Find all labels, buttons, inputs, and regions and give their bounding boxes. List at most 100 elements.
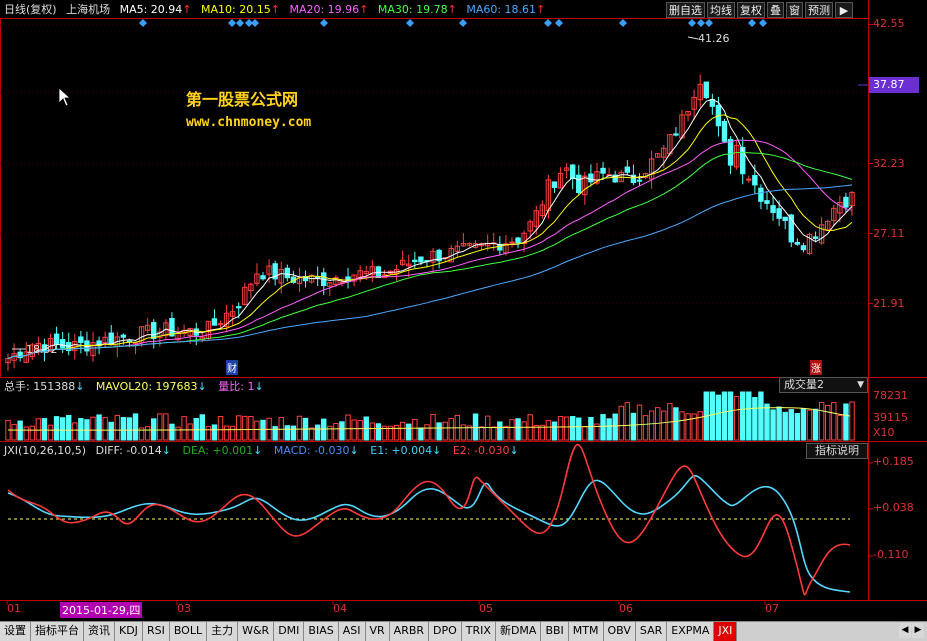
tab-mtm[interactable]: MTM bbox=[568, 622, 604, 641]
indicator-tick: +0.185 bbox=[873, 455, 914, 468]
indicator-tick: -0.110 bbox=[873, 548, 909, 561]
tab-asi[interactable]: ASI bbox=[338, 622, 366, 641]
volume-bar bbox=[733, 395, 740, 441]
price-tick: 42.55 bbox=[873, 17, 905, 30]
volume-bar bbox=[90, 416, 96, 441]
volume-bar bbox=[606, 418, 612, 441]
volume-bar bbox=[199, 414, 206, 441]
volume-bar bbox=[254, 420, 260, 441]
tab-bbi[interactable]: BBI bbox=[541, 622, 569, 641]
tab-boll[interactable]: BOLL bbox=[169, 622, 208, 641]
ma30-line bbox=[7, 152, 853, 359]
tab-dmi[interactable]: DMI bbox=[274, 622, 305, 641]
tab-dpo[interactable]: DPO bbox=[429, 622, 462, 641]
tab-trix[interactable]: TRIX bbox=[461, 622, 496, 641]
tab-item[interactable]: 设置 bbox=[0, 622, 31, 641]
tab-item[interactable]: 主力 bbox=[207, 622, 239, 641]
volume-bar bbox=[424, 424, 430, 441]
current-price-badge: 37.87 bbox=[869, 77, 919, 93]
scroll-left-icon[interactable]: ◀ bbox=[899, 623, 911, 638]
volume-bar bbox=[831, 402, 837, 441]
tab-sar[interactable]: SAR bbox=[635, 622, 668, 641]
date-tick: 01 bbox=[7, 602, 21, 615]
tab-bias[interactable]: BIAS bbox=[304, 622, 339, 641]
volume-bar bbox=[375, 423, 382, 441]
volume-bar bbox=[812, 408, 819, 441]
volume-bar bbox=[96, 414, 102, 441]
volume-bar bbox=[327, 425, 333, 441]
volume-bar bbox=[59, 417, 66, 441]
candle-body bbox=[740, 146, 746, 175]
tab-arbr[interactable]: ARBR bbox=[389, 622, 430, 641]
volume-bar bbox=[776, 406, 782, 441]
candle-body bbox=[624, 166, 631, 173]
tab-item[interactable]: 资讯 bbox=[84, 622, 115, 641]
volume-bar bbox=[491, 426, 497, 441]
date-tick: 05 bbox=[479, 602, 493, 615]
candle-body bbox=[588, 173, 594, 183]
indicator-help-button[interactable]: 指标说明 bbox=[806, 443, 868, 459]
volume-bar bbox=[478, 426, 485, 441]
volume-bar bbox=[436, 422, 442, 441]
macd-label: MACD: -0.030 bbox=[273, 444, 350, 457]
event-marker-icon bbox=[705, 19, 713, 27]
volume-bar bbox=[545, 420, 552, 441]
volume-bar bbox=[624, 402, 631, 441]
tab-kdj[interactable]: KDJ bbox=[115, 622, 143, 641]
event-marker-icon bbox=[544, 19, 552, 27]
high-label: 41.26 bbox=[698, 32, 730, 45]
candle-body bbox=[752, 174, 758, 186]
volume-bar bbox=[169, 423, 175, 441]
event-marker-icon bbox=[406, 19, 414, 27]
e1-line bbox=[7, 475, 851, 593]
mouse-cursor-icon bbox=[58, 87, 72, 107]
volume-bar bbox=[588, 416, 594, 441]
volume-bar bbox=[290, 425, 297, 441]
volume-bar bbox=[800, 408, 807, 441]
rise-marker[interactable]: 涨 bbox=[810, 360, 822, 375]
volume-bar bbox=[357, 420, 363, 441]
volume-bar bbox=[557, 415, 564, 441]
volume-bar bbox=[314, 424, 321, 441]
volume-bar bbox=[563, 416, 570, 441]
date-tick: 03 bbox=[177, 602, 191, 615]
chart-canvas[interactable] bbox=[0, 0, 927, 621]
tab-rsi[interactable]: RSI bbox=[142, 622, 170, 641]
watermark-name: 第一股票公式网 bbox=[186, 90, 299, 109]
volume-indicator-select[interactable]: 成交量2 ▼ bbox=[779, 377, 868, 393]
volume-bar bbox=[642, 415, 649, 441]
volume-bar bbox=[825, 404, 831, 441]
volume-bar bbox=[497, 421, 503, 441]
volume-bar bbox=[157, 413, 163, 441]
finance-marker[interactable]: 财 bbox=[226, 360, 238, 375]
volume-bar bbox=[223, 425, 230, 441]
volume-bar bbox=[47, 424, 54, 441]
down-arrow-icon: ↓ bbox=[161, 444, 171, 457]
volume-bar bbox=[321, 418, 327, 441]
tab-wr[interactable]: W&R bbox=[238, 622, 275, 641]
tab-obv[interactable]: OBV bbox=[603, 622, 636, 641]
volume-bar bbox=[144, 426, 151, 441]
tab-dma[interactable]: 新DMA bbox=[495, 622, 542, 641]
tab-expma[interactable]: EXPMA bbox=[667, 622, 715, 641]
tab-vr[interactable]: VR bbox=[365, 622, 390, 641]
volume-bar bbox=[78, 418, 84, 441]
tab-item[interactable]: 指标平台 bbox=[31, 622, 84, 641]
event-marker-icon bbox=[320, 19, 328, 27]
volume-bar bbox=[472, 413, 479, 441]
candle-body bbox=[812, 236, 819, 240]
volume-bar bbox=[582, 426, 588, 441]
volume-bar bbox=[399, 421, 406, 441]
down-arrow-icon: ↓ bbox=[197, 380, 207, 393]
high-pointer bbox=[687, 36, 699, 40]
volume-ratio-label: 量比: 1 bbox=[218, 380, 255, 393]
candle-body bbox=[59, 339, 66, 349]
volume-bar bbox=[679, 411, 685, 441]
candle-body bbox=[727, 138, 734, 166]
volume-tick: 39115 bbox=[873, 411, 908, 424]
e1-label: E1: +0.004 bbox=[370, 444, 433, 457]
scroll-right-icon[interactable]: ▶ bbox=[912, 623, 924, 638]
e2-label: E2: -0.030 bbox=[452, 444, 510, 457]
tab-jxi[interactable]: JXI bbox=[714, 622, 738, 641]
volume-unit: X10 bbox=[873, 426, 895, 439]
